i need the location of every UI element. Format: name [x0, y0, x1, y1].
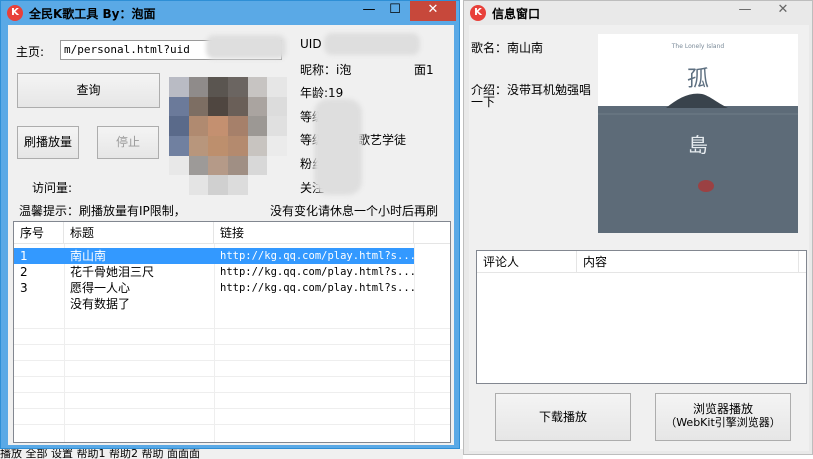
grid-line — [14, 376, 450, 377]
taskbar-text: 播放 全部 设置 帮助1 帮助2 帮助 面面面 — [0, 449, 200, 459]
album-cover-image: The Lonely Island 孤 島 — [598, 34, 798, 233]
brush-plays-button[interactable]: 刷播放量 — [17, 126, 79, 159]
grid-line — [14, 328, 450, 329]
main-titlebar[interactable]: K 全民K歌工具 By：泡面 — ☐ ✕ — [1, 1, 459, 25]
song-name-label: 歌名：南山南 — [471, 41, 544, 55]
cell-link: http://kg.qq.com/play.html?s... — [220, 282, 414, 294]
info-titlebar[interactable]: K 信息窗口 — ✕ — [464, 1, 812, 25]
songs-table[interactable]: 序号 标题 链接 1 南山南 http://kg.qq.com/play.htm… — [13, 221, 451, 443]
maximize-button[interactable]: ☐ — [382, 1, 408, 21]
k-song-logo-icon: K — [470, 5, 486, 21]
level2-value: 歌艺学徒 — [358, 133, 407, 147]
redacted-uid — [324, 33, 420, 55]
redacted-area — [206, 35, 286, 59]
browser-play-sublabel: （WebKit引擎浏览器） — [665, 416, 781, 429]
minimize-button[interactable]: — — [356, 1, 382, 21]
avatar — [169, 77, 287, 195]
cell-num: 3 — [20, 281, 28, 295]
grid-line — [14, 344, 450, 345]
info-client-area: 歌名：南山南 介绍：没带耳机勉强唱 一下 The Lonely Island 孤… — [469, 25, 809, 451]
cover-small-text: The Lonely Island — [671, 43, 725, 50]
minimize-button[interactable]: — — [732, 1, 758, 21]
cover-char-2: 島 — [688, 133, 708, 157]
grid-line — [14, 424, 450, 425]
table-row[interactable]: 2 花千骨她泪三尺 http://kg.qq.com/play.html?s..… — [14, 264, 414, 280]
table-row[interactable]: 没有数据了 — [14, 296, 414, 312]
cell-link — [214, 296, 414, 312]
cell-title: 愿得一人心 — [70, 281, 131, 295]
tip-text: 温馨提示：刷播放量有IP限制， — [19, 204, 186, 218]
grid-line — [14, 408, 450, 409]
taskbar-strip: 播放 全部 设置 帮助1 帮助2 帮助 面面面 — [0, 449, 463, 459]
uid-label: UID — [300, 37, 322, 51]
intro-label-line2: 一下 — [471, 95, 496, 109]
table-row[interactable]: 1 南山南 http://kg.qq.com/play.html?s... — [14, 248, 414, 264]
comments-header: 评论人 内容 — [477, 251, 806, 273]
cell-link: http://kg.qq.com/play.html?s... — [220, 250, 414, 262]
redacted-stats — [314, 99, 362, 195]
k-song-logo-icon: K — [7, 5, 23, 21]
grid-line — [14, 360, 450, 361]
col-header-content[interactable]: 内容 — [577, 251, 799, 273]
stop-button[interactable]: 停止 — [97, 126, 159, 159]
main-window-title: 全民K歌工具 By：泡面 — [29, 7, 156, 21]
cell-title: 南山南 — [70, 249, 107, 263]
table-row[interactable]: 3 愿得一人心 http://kg.qq.com/play.html?s... — [14, 280, 414, 296]
cell-num: 1 — [20, 249, 28, 263]
info-window-title: 信息窗口 — [492, 7, 541, 21]
query-button[interactable]: 查询 — [17, 73, 160, 108]
col-header-link[interactable]: 链接 — [214, 222, 414, 244]
close-button[interactable]: ✕ — [410, 1, 456, 21]
nickname-label: 昵称：i泡 — [300, 63, 352, 77]
info-window: K 信息窗口 — ✕ 歌名：南山南 介绍：没带耳机勉强唱 一下 The Lone… — [463, 0, 813, 455]
table-header: 序号 标题 链接 — [14, 222, 450, 244]
close-button[interactable]: ✕ — [760, 1, 806, 21]
comments-table[interactable]: 评论人 内容 — [476, 250, 807, 384]
nickname-tail: 面1 — [414, 63, 434, 77]
cell-link: http://kg.qq.com/play.html?s... — [220, 266, 414, 278]
grid-line — [414, 244, 415, 442]
download-play-button[interactable]: 下载播放 — [495, 393, 631, 441]
main-window: K 全民K歌工具 By：泡面 — ☐ ✕ 主页: m/personal.html… — [0, 0, 460, 449]
col-header-num[interactable]: 序号 — [14, 222, 64, 244]
browser-play-label: 浏览器播放 — [692, 402, 753, 416]
cell-num — [14, 296, 64, 312]
cover-char-1: 孤 — [687, 67, 709, 92]
tip-text-suffix: 没有变化请休息一个小时后再刷 — [270, 204, 439, 218]
cell-title: 花千骨她泪三尺 — [70, 265, 155, 279]
col-header-commenter[interactable]: 评论人 — [477, 251, 577, 273]
visits-label: 访问量: — [32, 181, 73, 195]
main-client-area: 主页: m/personal.html?uid 查询 刷播放量 停止 访问量: … — [8, 25, 454, 445]
cell-title: 没有数据了 — [70, 297, 131, 311]
grid-line — [14, 392, 450, 393]
homepage-label: 主页: — [16, 45, 45, 59]
cell-num: 2 — [20, 265, 28, 279]
browser-play-button[interactable]: 浏览器播放 （WebKit引擎浏览器） — [655, 393, 791, 441]
col-header-title[interactable]: 标题 — [64, 222, 214, 244]
